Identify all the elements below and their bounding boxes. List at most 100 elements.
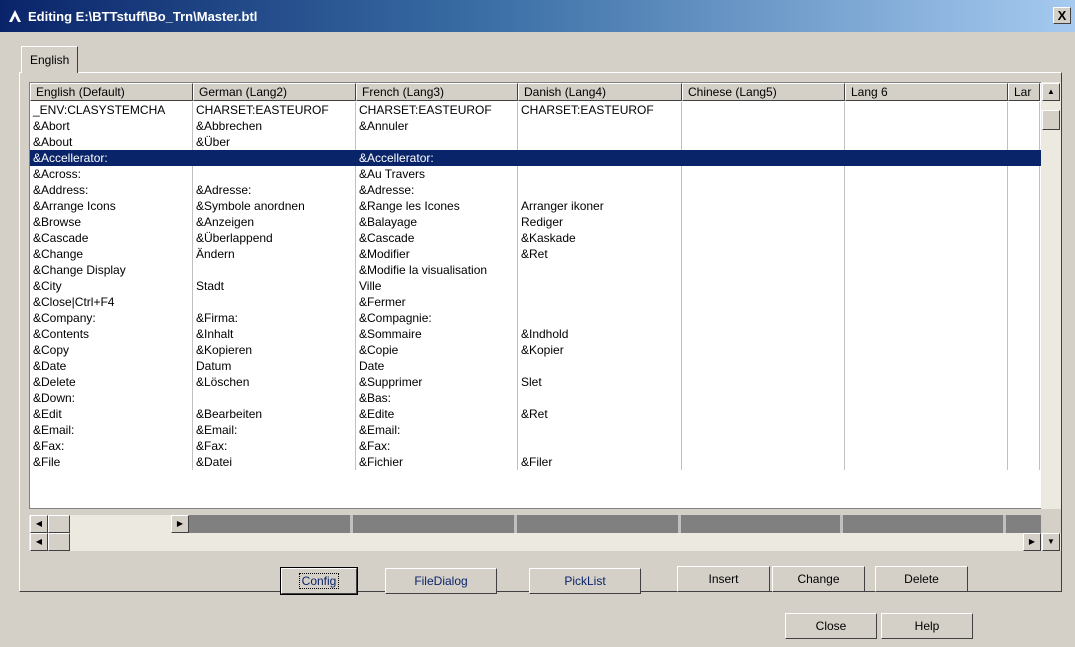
table-row[interactable]: _ENV:CLASYSTEMCHA CHARSET:EASTEUROF CHARSE…: [30, 102, 1041, 118]
table-cell[interactable]: [845, 438, 1008, 454]
table-cell[interactable]: [845, 198, 1008, 214]
table-cell[interactable]: &Edite: [356, 406, 518, 422]
table-cell[interactable]: [845, 310, 1008, 326]
table-cell[interactable]: [1008, 374, 1040, 390]
column-header[interactable]: English (Default): [30, 83, 193, 101]
vertical-scroll-thumb[interactable]: [1042, 110, 1060, 130]
table-cell[interactable]: [845, 166, 1008, 182]
scroll-left-arrow-icon[interactable]: ◀: [30, 533, 48, 551]
table-row[interactable]: &Edit &Bearbeiten &Edite &Ret: [30, 406, 1041, 422]
close-window-button[interactable]: X: [1053, 7, 1071, 24]
table-cell[interactable]: &Abbrechen: [193, 118, 356, 134]
table-row[interactable]: &Copy &Kopieren &Copie &Kopier: [30, 342, 1041, 358]
table-cell[interactable]: [682, 118, 845, 134]
table-cell[interactable]: &Address:: [30, 182, 193, 198]
table-cell[interactable]: [845, 422, 1008, 438]
tab-english[interactable]: English: [21, 46, 79, 73]
table-cell[interactable]: [845, 102, 1008, 118]
table-cell[interactable]: [845, 246, 1008, 262]
table-cell[interactable]: [845, 150, 1008, 166]
table-cell[interactable]: &Close|Ctrl+F4: [30, 294, 193, 310]
table-cell[interactable]: [1008, 454, 1040, 470]
table-cell[interactable]: [682, 246, 845, 262]
table-cell[interactable]: [682, 294, 845, 310]
table-cell[interactable]: &Change: [30, 246, 193, 262]
table-cell[interactable]: Stadt: [193, 278, 356, 294]
table-cell[interactable]: [518, 150, 682, 166]
table-cell[interactable]: &Fax:: [356, 438, 518, 454]
table-cell[interactable]: [682, 230, 845, 246]
table-cell[interactable]: [193, 150, 356, 166]
table-cell[interactable]: [682, 198, 845, 214]
table-cell[interactable]: &Adresse:: [356, 182, 518, 198]
table-cell[interactable]: [845, 262, 1008, 278]
table-cell[interactable]: &Supprimer: [356, 374, 518, 390]
table-cell[interactable]: [845, 118, 1008, 134]
table-cell[interactable]: &Überlappend: [193, 230, 356, 246]
table-cell[interactable]: &Change Display: [30, 262, 193, 278]
table-row[interactable]: &Across: &Au Travers: [30, 166, 1041, 182]
table-cell[interactable]: &Kopieren: [193, 342, 356, 358]
table-cell[interactable]: [518, 278, 682, 294]
table-cell[interactable]: &Modifier: [356, 246, 518, 262]
table-cell[interactable]: [682, 342, 845, 358]
table-cell[interactable]: &Ret: [518, 406, 682, 422]
table-cell[interactable]: [518, 358, 682, 374]
table-cell[interactable]: &Kopier: [518, 342, 682, 358]
table-cell[interactable]: [1008, 246, 1040, 262]
table-cell[interactable]: &Down:: [30, 390, 193, 406]
table-cell[interactable]: [682, 102, 845, 118]
table-cell[interactable]: &Filer: [518, 454, 682, 470]
table-row[interactable]: &Close|Ctrl+F4 &Fermer: [30, 294, 1041, 310]
table-cell[interactable]: [1008, 150, 1040, 166]
table-cell[interactable]: &Cascade: [30, 230, 193, 246]
table-row[interactable]: &Contents &Inhalt &Sommaire &Indhold: [30, 326, 1041, 342]
table-cell[interactable]: CHARSET:EASTEUROF: [518, 102, 682, 118]
table-cell[interactable]: [193, 294, 356, 310]
horizontal-scrollbar[interactable]: ◀ ▶ ▼: [29, 533, 1061, 551]
table-row[interactable]: &Delete &Löschen &Supprimer Slet: [30, 374, 1041, 390]
table-cell[interactable]: [682, 358, 845, 374]
table-cell[interactable]: &Sommaire: [356, 326, 518, 342]
table-cell[interactable]: [1008, 326, 1040, 342]
column-header[interactable]: Chinese (Lang5): [682, 83, 845, 101]
table-cell[interactable]: [1008, 342, 1040, 358]
table-cell[interactable]: Arranger ikoner: [518, 198, 682, 214]
table-cell[interactable]: [845, 134, 1008, 150]
table-row[interactable]: &Fax: &Fax: &Fax:: [30, 438, 1041, 454]
table-cell[interactable]: [682, 166, 845, 182]
table-cell[interactable]: [845, 214, 1008, 230]
table-row[interactable]: &About &Über: [30, 134, 1041, 150]
horizontal-scroll-thumb[interactable]: [48, 533, 70, 551]
table-cell[interactable]: [845, 278, 1008, 294]
table-cell[interactable]: [518, 166, 682, 182]
table-cell[interactable]: [518, 134, 682, 150]
table-cell[interactable]: [1008, 438, 1040, 454]
table-cell[interactable]: [845, 342, 1008, 358]
table-cell[interactable]: &Arrange Icons: [30, 198, 193, 214]
table-cell[interactable]: &Copy: [30, 342, 193, 358]
table-cell[interactable]: [682, 182, 845, 198]
table-cell[interactable]: [518, 422, 682, 438]
delete-button[interactable]: Delete: [875, 566, 968, 592]
table-cell[interactable]: [1008, 214, 1040, 230]
table-cell[interactable]: &Fax:: [30, 438, 193, 454]
column-header[interactable]: Lar: [1008, 83, 1040, 101]
table-cell[interactable]: &Balayage: [356, 214, 518, 230]
scroll-right-arrow-icon[interactable]: ▶: [171, 515, 189, 533]
table-cell[interactable]: [518, 438, 682, 454]
table-cell[interactable]: [193, 166, 356, 182]
table-cell[interactable]: &Across:: [30, 166, 193, 182]
table-cell[interactable]: [682, 390, 845, 406]
table-cell[interactable]: [682, 262, 845, 278]
scroll-down-arrow-icon[interactable]: ▼: [1042, 533, 1060, 551]
table-cell[interactable]: [518, 182, 682, 198]
table-cell[interactable]: Rediger: [518, 214, 682, 230]
table-cell[interactable]: &Email:: [356, 422, 518, 438]
translation-grid[interactable]: English (Default) German (Lang2) French (L…: [29, 82, 1041, 509]
table-row[interactable]: &Change Ändern &Modifier &Ret: [30, 246, 1041, 262]
table-cell[interactable]: &Copie: [356, 342, 518, 358]
table-cell[interactable]: &Symbole anordnen: [193, 198, 356, 214]
table-row[interactable]: &File &Datei &Fichier &Filer: [30, 454, 1041, 470]
table-row[interactable]: &Arrange Icons &Symbole anordnen &Range le…: [30, 198, 1041, 214]
